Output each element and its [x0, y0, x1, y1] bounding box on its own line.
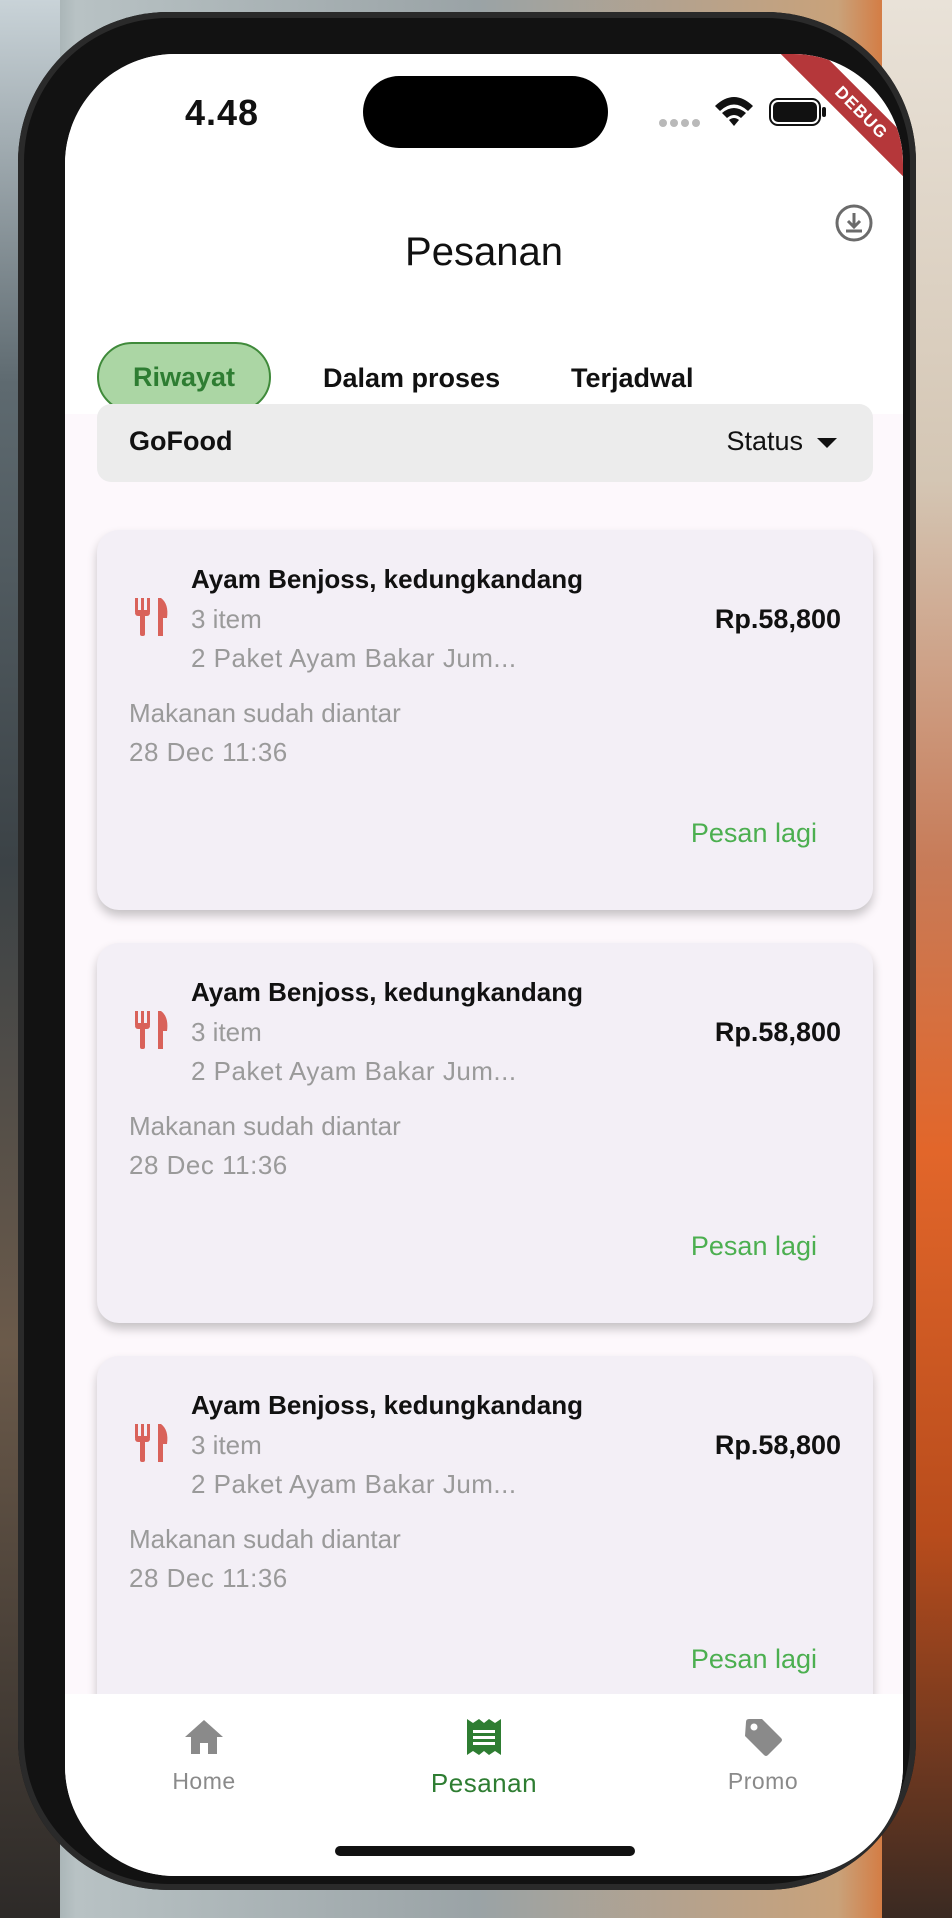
restaurant-name: Ayam Benjoss, kedungkandang	[191, 1390, 584, 1420]
reorder-button[interactable]: Pesan lagi	[691, 818, 817, 849]
nav-home[interactable]: Home	[104, 1716, 304, 1795]
service-label: GoFood	[129, 426, 233, 456]
restaurant-icon	[135, 598, 168, 636]
restaurant-icon	[135, 1424, 168, 1462]
app-bar: Pesanan	[65, 194, 903, 304]
tab-riwayat[interactable]: Riwayat	[97, 342, 271, 412]
page-title: Pesanan	[405, 230, 563, 274]
item-count: 3 item	[191, 604, 262, 634]
order-status: Makanan sudah diantar	[129, 698, 401, 728]
status-dropdown[interactable]: Status	[726, 426, 837, 457]
battery-icon	[769, 98, 826, 126]
restaurant-name: Ayam Benjoss, kedungkandang	[191, 977, 584, 1007]
wifi-icon	[715, 97, 753, 126]
order-price: Rp.58,800	[714, 604, 841, 634]
nav-promo-label: Promo	[727, 1768, 799, 1794]
item-count: 3 item	[191, 1017, 262, 1047]
order-card[interactable]: Ayam Benjoss, kedungkandang 3 item 2 Pak…	[97, 943, 873, 1323]
status-dropdown-label: Status	[726, 426, 803, 456]
caret-down-icon	[817, 437, 837, 448]
home-icon	[185, 1720, 223, 1754]
order-description: 2 Paket Ayam Bakar Jum...	[191, 1056, 517, 1086]
phone-frame: 4.48 DEBUG Pesanan Riwayat Dalam proses …	[18, 12, 916, 1890]
reorder-button[interactable]: Pesan lagi	[691, 1644, 817, 1675]
cellular-signal-icon	[659, 114, 703, 127]
tag-icon	[745, 1719, 782, 1756]
filter-bar: GoFood Status	[97, 404, 873, 482]
dynamic-island	[363, 76, 608, 148]
order-card[interactable]: Ayam Benjoss, kedungkandang 3 item 2 Pak…	[97, 530, 873, 910]
receipt-icon	[467, 1719, 501, 1755]
order-description: 2 Paket Ayam Bakar Jum...	[191, 643, 517, 673]
item-count: 3 item	[191, 1430, 262, 1460]
app-screen: 4.48 DEBUG Pesanan Riwayat Dalam proses …	[65, 54, 903, 1876]
nav-pesanan-label: Pesanan	[430, 1768, 538, 1798]
order-description: 2 Paket Ayam Bakar Jum...	[191, 1469, 517, 1499]
order-card[interactable]: Ayam Benjoss, kedungkandang 3 item 2 Pak…	[97, 1356, 873, 1736]
restaurant-icon	[135, 1011, 168, 1049]
order-status: Makanan sudah diantar	[129, 1111, 401, 1141]
reorder-button[interactable]: Pesan lagi	[691, 1231, 817, 1262]
order-date: 28 Dec 11:36	[129, 1563, 288, 1593]
restaurant-name: Ayam Benjoss, kedungkandang	[191, 564, 584, 594]
order-price: Rp.58,800	[714, 1430, 841, 1460]
status-time: 4.48	[185, 92, 260, 133]
nav-pesanan[interactable]: Pesanan	[384, 1716, 584, 1799]
order-date: 28 Dec 11:36	[129, 1150, 288, 1180]
order-date: 28 Dec 11:36	[129, 737, 288, 767]
nav-promo[interactable]: Promo	[663, 1716, 863, 1795]
nav-home-label: Home	[172, 1768, 236, 1794]
download-icon[interactable]	[834, 203, 874, 243]
home-indicator[interactable]	[335, 1846, 635, 1856]
order-status: Makanan sudah diantar	[129, 1524, 401, 1554]
tab-bar: Riwayat Dalam proses Terjadwal	[65, 304, 903, 414]
order-price: Rp.58,800	[714, 1017, 841, 1047]
status-bar: 4.48 DEBUG	[65, 54, 903, 195]
